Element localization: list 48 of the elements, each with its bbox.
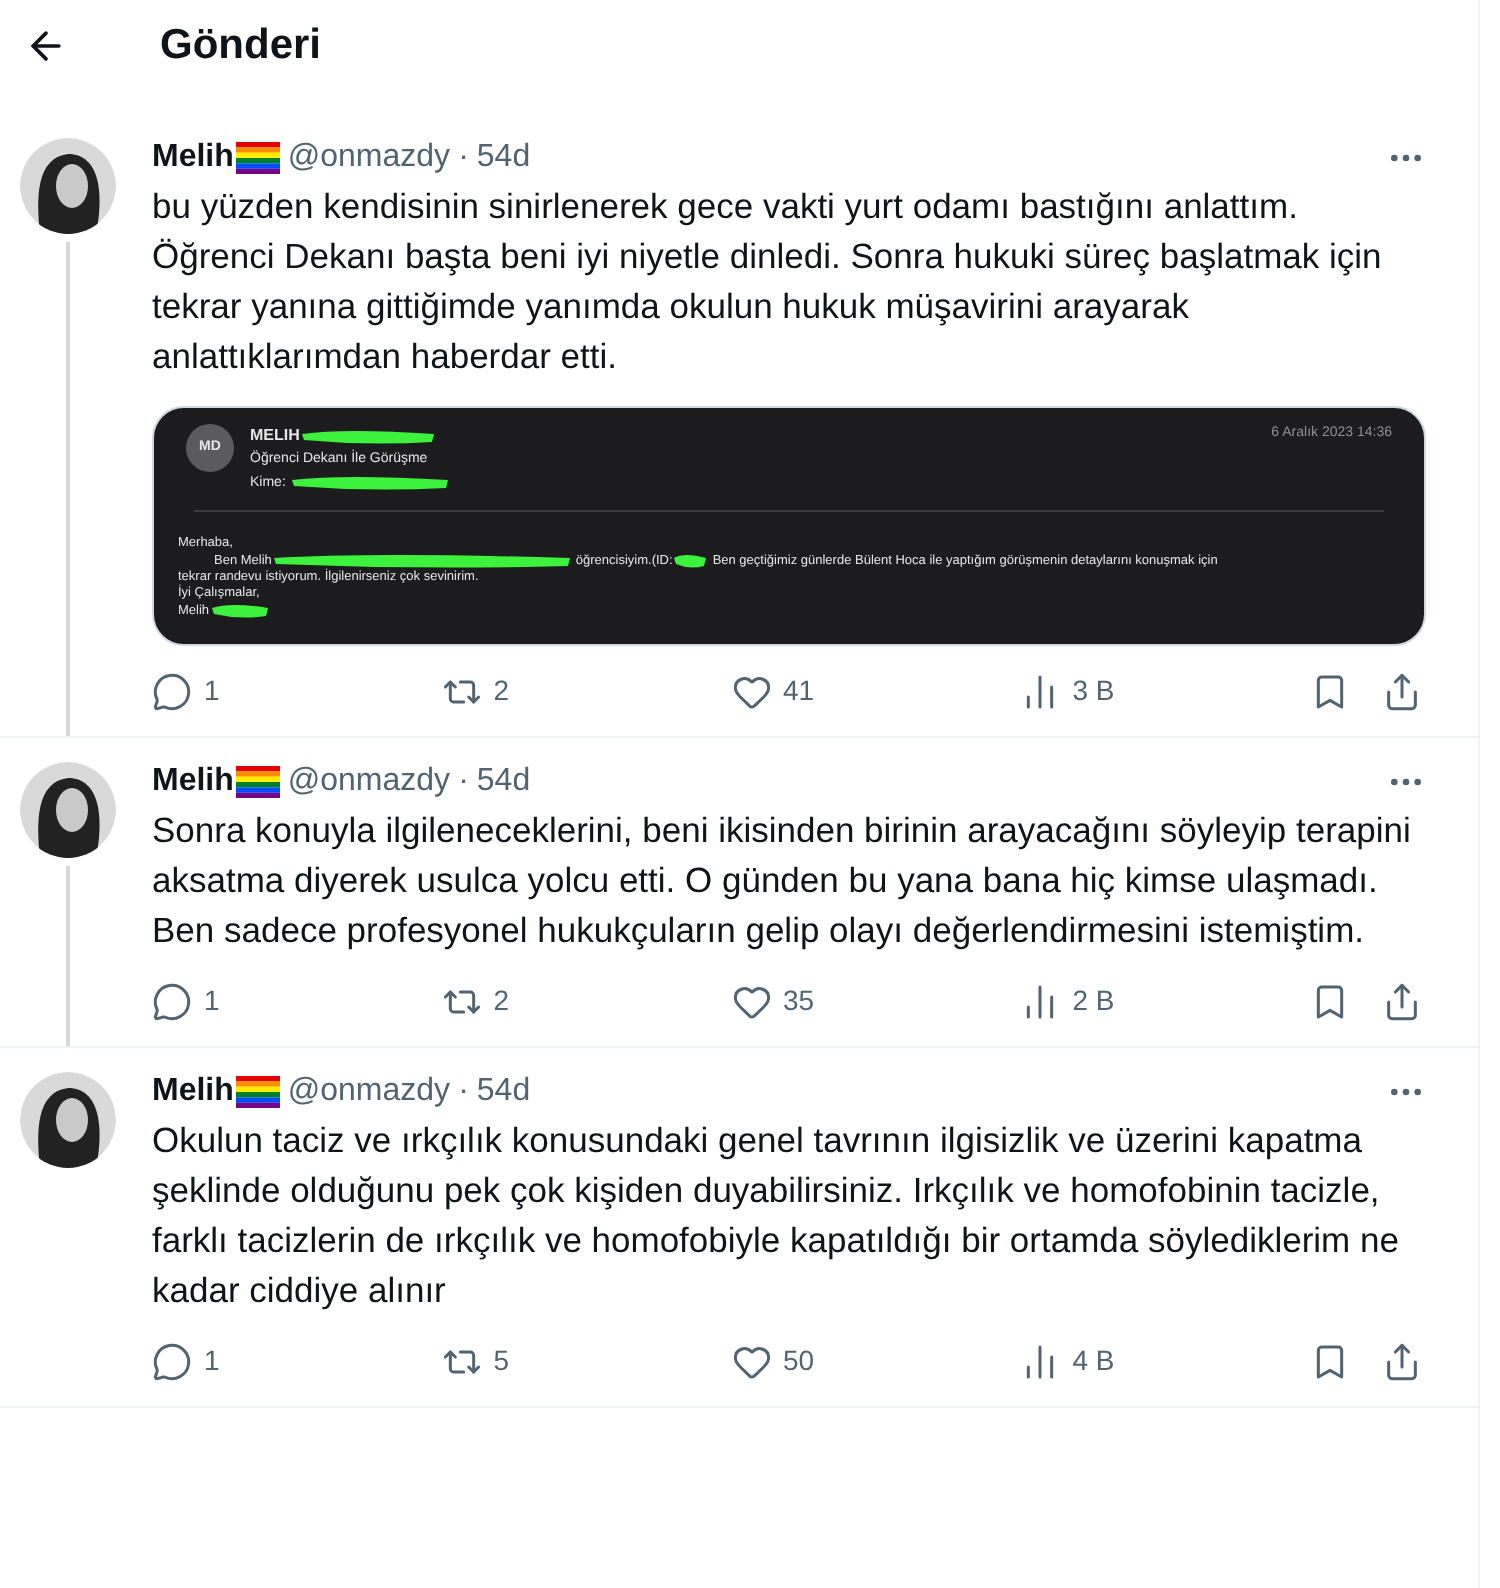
speech-bubble-icon [152,981,192,1021]
author-handle[interactable]: @onmazdy [287,762,451,802]
views-button[interactable]: 2 B [1020,980,1310,1022]
email-screenshot[interactable] [152,406,1426,646]
separator-dot: · [458,138,469,178]
avatar[interactable] [20,1072,116,1168]
separator-dot: · [458,762,469,802]
post-time[interactable]: 54d [476,762,531,802]
views-button[interactable]: 3 B [1020,670,1310,712]
heart-icon [731,981,771,1021]
repost-button[interactable]: 5 [441,1340,731,1382]
views-button[interactable]: 4 B [1020,1340,1310,1382]
like-button[interactable]: 41 [731,670,1021,712]
author-handle[interactable]: @onmazdy [287,1072,451,1112]
reply-button[interactable]: 1 [152,670,442,712]
post-text: Sonra konuyla ilgileneceklerini, beni ikisinden birinin arayacağını söyleyip terapini aksatma diyerek usulca yolcu etti. O günden bu yana bana hiç kimse ulaşmadı. Ben sadece profesyonel hukukçuların gelip olayı değerlendirmesini istemiştim. [152,808,1413,954]
avatar[interactable] [20,138,116,234]
repost-button[interactable]: 2 [441,980,731,1022]
post-text: Okulun taciz ve ırkçılık konusundaki genel tavrının ilgisizlik ve üzerini kapatma şeklinde olduğunu pek çok kişiden duyabilirsiniz. Irkçılık ve homofobinin tacizle, farklı tacizlerin de ırkçılık ve homofobiyle kapatıldığı bir ortamda söylediklerim ne kadar ciddiye alınır [152,1118,1401,1314]
author-name[interactable]: Melih [152,138,234,178]
share-icon[interactable] [1382,1341,1422,1381]
rainbow-flag-icon [235,1076,280,1108]
repost-button[interactable]: 2 [441,670,731,712]
post-time[interactable]: 54d [476,138,531,178]
sender-name: MELIH [250,424,300,448]
like-button[interactable]: 35 [731,980,1021,1022]
author-handle[interactable]: @onmazdy [287,138,451,178]
speech-bubble-icon [152,671,192,711]
heart-icon [731,1341,771,1381]
share-icon[interactable] [1382,671,1422,711]
author-name[interactable]: Melih [152,1072,234,1112]
redaction-scribble [209,602,270,620]
reply-button[interactable]: 1 [152,980,442,1022]
share-icon[interactable] [1382,981,1422,1021]
heart-icon [731,671,771,711]
rainbow-flag-icon [235,766,280,798]
redaction-scribble [299,427,436,445]
separator-dot: · [458,1072,469,1112]
post-time[interactable]: 54d [476,1072,531,1112]
page-title: Gönderi [160,19,322,72]
author-name[interactable]: Melih [152,762,234,802]
redaction-scribble [672,552,709,570]
speech-bubble-icon [152,1341,192,1381]
rainbow-flag-icon [235,142,280,174]
post-text: bu yüzden kendisinin sinirlenerek gece vakti yurt odamı bastığını anlattım. Öğrenci Dekanı başta beni iyi niyetle dinledi. Sonra hukuki süreç başlatmak için tekrar yanına gittiğimde yanımda okulun hukuk müşavirini arayarak anlattıklarımdan haberdar etti. [152,184,1384,380]
like-button[interactable]: 50 [731,1340,1021,1382]
avatar[interactable] [20,762,116,858]
reply-button[interactable]: 1 [152,1340,442,1382]
